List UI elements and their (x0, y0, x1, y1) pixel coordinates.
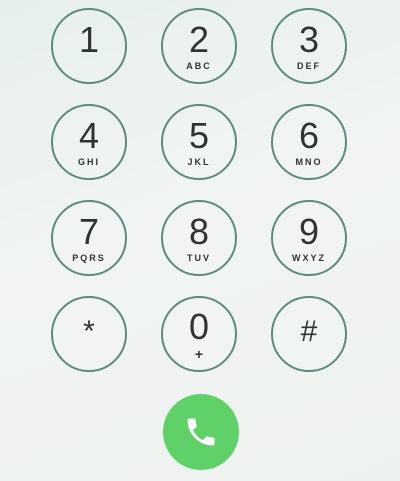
key-1[interactable]: 1 (51, 8, 127, 84)
key-7[interactable]: 7 PQRS (51, 200, 127, 276)
key-digit: 2 (188, 19, 210, 60)
key-9[interactable]: 9 WXYZ (271, 200, 347, 276)
phone-icon (187, 418, 215, 446)
key-letters: PQRS (72, 253, 106, 263)
key-digit: * (83, 315, 95, 348)
key-3[interactable]: 3 DEF (271, 8, 347, 84)
key-digit: 4 (78, 115, 100, 156)
key-letters: WXYZ (292, 253, 326, 263)
key-star[interactable]: * (51, 296, 127, 372)
key-6[interactable]: 6 MNO (271, 104, 347, 180)
key-0[interactable]: 0 + (161, 296, 237, 372)
key-letters: GHI (77, 157, 100, 167)
key-plus: + (194, 346, 204, 362)
key-letters: JKL (187, 157, 211, 167)
key-digit: # (300, 315, 318, 348)
call-button[interactable] (163, 394, 239, 470)
key-digit: 0 (188, 306, 210, 347)
key-letters: MNO (295, 157, 323, 167)
key-letters: DEF (297, 61, 321, 71)
key-digit: 7 (78, 211, 100, 252)
key-digit: 3 (298, 19, 320, 60)
key-5[interactable]: 5 JKL (161, 104, 237, 180)
key-digit: 9 (298, 211, 320, 252)
key-8[interactable]: 8 TUV (161, 200, 237, 276)
key-digit: 8 (188, 211, 210, 252)
key-4[interactable]: 4 GHI (51, 104, 127, 180)
key-letters: TUV (187, 253, 211, 263)
key-hash[interactable]: # (271, 296, 347, 372)
key-letters: ABC (186, 61, 212, 71)
key-2[interactable]: 2 ABC (161, 8, 237, 84)
key-digit: 1 (78, 19, 100, 60)
key-digit: 6 (298, 115, 320, 156)
key-digit: 5 (188, 115, 210, 156)
